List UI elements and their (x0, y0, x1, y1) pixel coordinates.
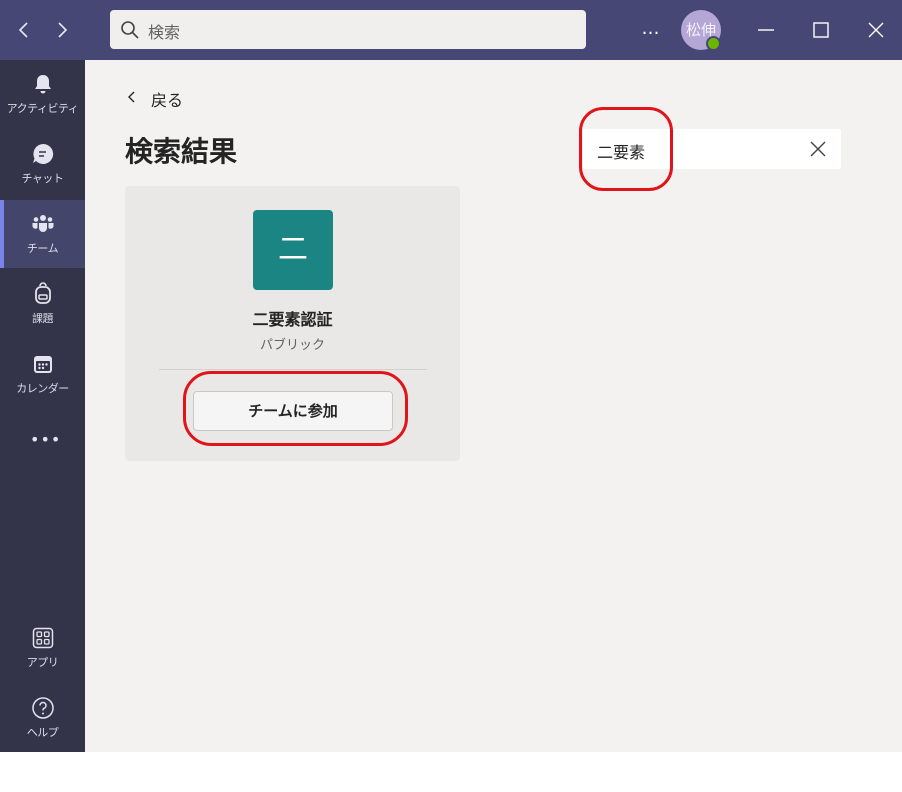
team-avatar: 二 (253, 210, 333, 290)
title-bar: 検索 … 松伸 (0, 0, 902, 60)
teams-icon (32, 215, 54, 232)
back-label: 戻る (151, 91, 184, 110)
bell-icon (35, 75, 51, 94)
rail-item-teams[interactable]: チーム (0, 200, 85, 268)
page-title: 検索結果 (125, 135, 238, 168)
rail-item-label: チャット (21, 172, 64, 185)
chevron-left-icon (128, 91, 135, 103)
rail-item-assignments[interactable]: 課題 (0, 270, 85, 338)
apps-icon (32, 627, 54, 649)
main-content: 戻る 検索結果 二要素 二 二要素認証 パブリック チームに参加 (85, 60, 902, 752)
backpack-icon (35, 282, 51, 304)
close-icon[interactable] (862, 16, 890, 44)
rail-item-calendar[interactable]: カレンダー (0, 340, 85, 408)
maximize-icon[interactable] (807, 16, 835, 44)
rail-item-label: 課題 (32, 312, 54, 325)
more-options-button[interactable]: … (640, 18, 662, 40)
search-icon (121, 21, 139, 39)
more-apps-button[interactable]: ••• (30, 430, 60, 450)
team-result-card: 二 二要素認証 パブリック チームに参加 (125, 186, 460, 461)
minimize-icon[interactable] (752, 16, 780, 44)
search-query-text: 二要素 (597, 143, 646, 162)
back-arrow-icon[interactable] (12, 18, 36, 42)
rail-item-help[interactable]: ヘルプ (0, 684, 85, 752)
join-team-button[interactable]: チームに参加 (193, 391, 393, 431)
teams-window: 検索 … 松伸 アクティビティ チャット チーム 課題 カレンダー ••• アプ… (0, 0, 902, 752)
rail-item-label: アプリ (26, 656, 59, 669)
forward-arrow-icon[interactable] (50, 18, 74, 42)
search-placeholder: 検索 (148, 23, 181, 42)
team-visibility: パブリック (259, 338, 325, 353)
clear-icon[interactable] (809, 140, 827, 158)
rail-item-activity[interactable]: アクティビティ (0, 60, 85, 128)
presence-available-icon (706, 36, 721, 51)
card-divider (159, 369, 427, 370)
left-rail: アクティビティ チャット チーム 課題 カレンダー ••• アプリ ヘルプ (0, 60, 85, 752)
help-icon (32, 697, 54, 719)
rail-item-label: ヘルプ (26, 726, 59, 739)
rail-item-chat[interactable]: チャット (0, 130, 85, 198)
active-indicator (0, 200, 4, 268)
chat-icon (33, 143, 54, 164)
rail-item-label: カレンダー (16, 382, 69, 395)
search-query-field[interactable]: 二要素 (583, 129, 841, 169)
rail-item-label: アクティビティ (6, 102, 79, 115)
search-input[interactable]: 検索 (110, 10, 586, 49)
rail-item-apps[interactable]: アプリ (0, 614, 85, 682)
rail-item-label: チーム (26, 242, 59, 255)
team-name: 二要素認証 (252, 310, 333, 329)
calendar-icon (34, 356, 52, 373)
